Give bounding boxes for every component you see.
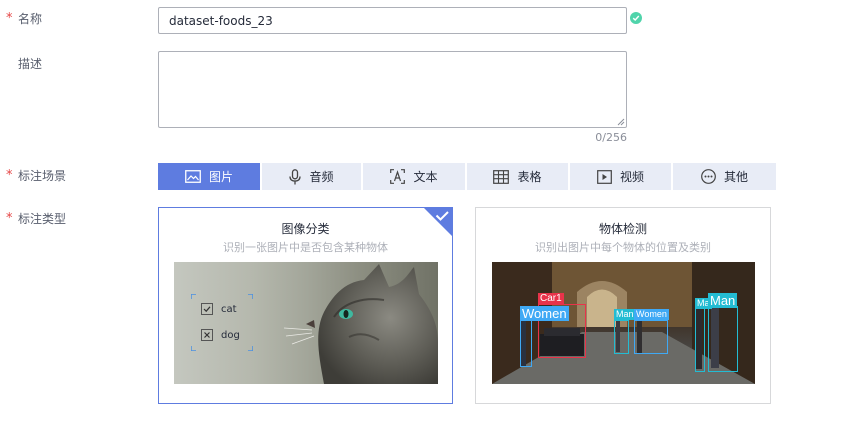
classification-choices: cat dog	[191, 294, 253, 351]
scene-tabs: 图片 音频 文本 表格 视频 其他	[158, 163, 776, 190]
choice-cat: cat	[201, 303, 237, 315]
type-label-text: 标注类型	[18, 212, 67, 226]
checkbox-checked-icon	[201, 303, 213, 315]
detection-tag: Man	[614, 309, 636, 320]
card-subtitle: 识别出图片中每个物体的位置及类别	[535, 241, 711, 254]
text-icon	[390, 169, 406, 184]
description-label: 描述	[6, 57, 42, 71]
detection-sample-image: Car1 Women Man Women Ma Man	[492, 262, 755, 384]
detection-box-women	[634, 320, 668, 354]
detection-box-man	[614, 320, 629, 354]
detection-box-man	[695, 308, 705, 372]
microphone-icon	[289, 168, 302, 184]
type-card-classification[interactable]: 图像分类 识别一张图片中是否包含某种物体 cat dog	[158, 207, 453, 404]
selected-check-icon	[424, 208, 452, 236]
detection-tag: Car1	[538, 293, 564, 305]
detection-box-women	[520, 319, 532, 367]
scene-label-text: 标注场景	[18, 169, 67, 183]
detection-tag: Women	[634, 309, 669, 320]
image-icon	[185, 170, 201, 183]
detection-tag: Man	[708, 293, 738, 308]
required-asterisk: *	[6, 168, 13, 183]
tab-other[interactable]: 其他	[673, 163, 776, 190]
type-card-detection[interactable]: 物体检测 识别出图片中每个物体的位置及类别 Car1 Women Man Wom…	[475, 207, 771, 404]
name-label: * 名称	[6, 11, 43, 27]
valid-check-icon	[630, 12, 642, 24]
card-title: 物体检测	[598, 222, 647, 236]
choice-dog: dog	[201, 329, 240, 341]
type-label: * 标注类型	[6, 211, 67, 227]
table-icon	[493, 169, 510, 184]
classification-sample-image: cat dog	[174, 262, 438, 384]
description-textarea[interactable]	[158, 51, 627, 128]
tab-video[interactable]: 视频	[570, 163, 671, 190]
required-asterisk: *	[6, 211, 13, 226]
checkbox-crossed-icon	[201, 329, 213, 341]
card-title: 图像分类	[281, 222, 330, 236]
character-counter: 0/256	[595, 131, 627, 144]
name-label-text: 名称	[18, 12, 43, 26]
card-subtitle: 识别一张图片中是否包含某种物体	[223, 241, 388, 254]
video-icon	[597, 169, 612, 184]
tab-table[interactable]: 表格	[467, 163, 568, 190]
detection-box-man	[708, 306, 738, 372]
resize-grip-icon[interactable]	[615, 116, 625, 126]
description-label-text: 描述	[18, 57, 43, 71]
required-asterisk: *	[6, 11, 13, 26]
detection-tag: Women	[520, 306, 569, 321]
scene-label: * 标注场景	[6, 168, 67, 184]
tab-text[interactable]: 文本	[363, 163, 465, 190]
name-input[interactable]	[158, 7, 627, 34]
more-icon	[701, 169, 716, 184]
tab-image[interactable]: 图片	[158, 163, 260, 190]
tab-audio[interactable]: 音频	[262, 163, 361, 190]
